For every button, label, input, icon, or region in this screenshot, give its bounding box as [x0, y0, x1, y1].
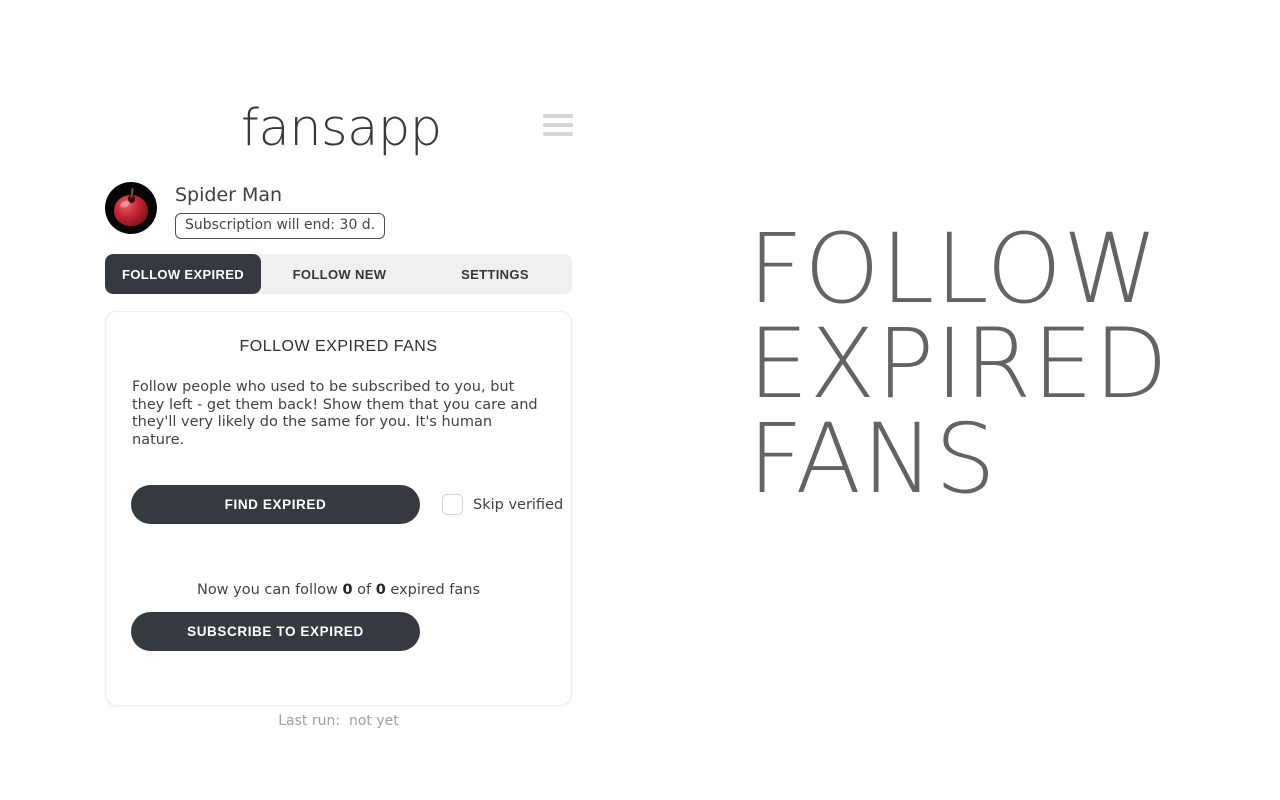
follow-expired-card: FOLLOW EXPIRED FANS Follow people who us… [105, 311, 572, 729]
hamburger-bar-2 [543, 123, 573, 127]
last-run-value: not yet [348, 713, 399, 729]
subscription-status-badge: Subscription will end: 30 d. [175, 213, 386, 239]
app-panel: fansapp Spider Man Subscription will end… [105, 90, 573, 729]
card-description: Follow people who used to be subscribed … [132, 379, 538, 448]
status-suffix: expired fans [385, 582, 481, 598]
profile-info: Spider Man Subscription will end: 30 d. [175, 182, 386, 239]
card-title: FOLLOW EXPIRED FANS [239, 338, 438, 355]
find-expired-button[interactable]: FIND EXPIRED [131, 485, 420, 524]
status-middle: of [352, 582, 376, 598]
hero-line-3: FANS [748, 403, 997, 515]
skip-verified-control[interactable]: Skip verified [442, 494, 563, 515]
skip-verified-label: Skip verified [473, 496, 564, 513]
hamburger-bar-3 [543, 132, 573, 136]
tab-follow-new[interactable]: FOLLOW NEW [261, 254, 418, 294]
profile-name: Spider Man [175, 184, 283, 206]
find-action-row: FIND EXPIRED Skip verified [106, 485, 571, 524]
last-run-label: Last run: [278, 713, 341, 729]
status-count-current: 0 [342, 582, 353, 598]
app-page: fansapp Spider Man Subscription will end… [0, 0, 1280, 800]
hamburger-bar-1 [543, 114, 573, 118]
app-logo: fansapp [241, 99, 442, 158]
tab-settings[interactable]: SETTINGS [418, 254, 572, 294]
status-count-total: 0 [375, 582, 386, 598]
status-line: Now you can follow 0 of 0 expired fans [106, 582, 571, 598]
subscribe-action-row: SUBSCRIBE TO EXPIRED [106, 612, 571, 651]
last-run-line: Last run: not yet [106, 713, 571, 729]
app-header: fansapp [105, 90, 573, 168]
hero-heading: FOLLOW EXPIRED FANS [748, 221, 1169, 507]
skip-verified-checkbox[interactable] [442, 494, 463, 515]
profile-row: Spider Man Subscription will end: 30 d. [105, 182, 386, 239]
hamburger-menu-icon[interactable] [543, 114, 573, 136]
status-prefix: Now you can follow [196, 582, 343, 598]
tab-bar: FOLLOW EXPIRED FOLLOW NEW SETTINGS [105, 254, 572, 294]
tab-follow-expired[interactable]: FOLLOW EXPIRED [105, 254, 261, 294]
subscribe-to-expired-button[interactable]: SUBSCRIBE TO EXPIRED [131, 612, 420, 651]
avatar[interactable] [105, 182, 157, 234]
